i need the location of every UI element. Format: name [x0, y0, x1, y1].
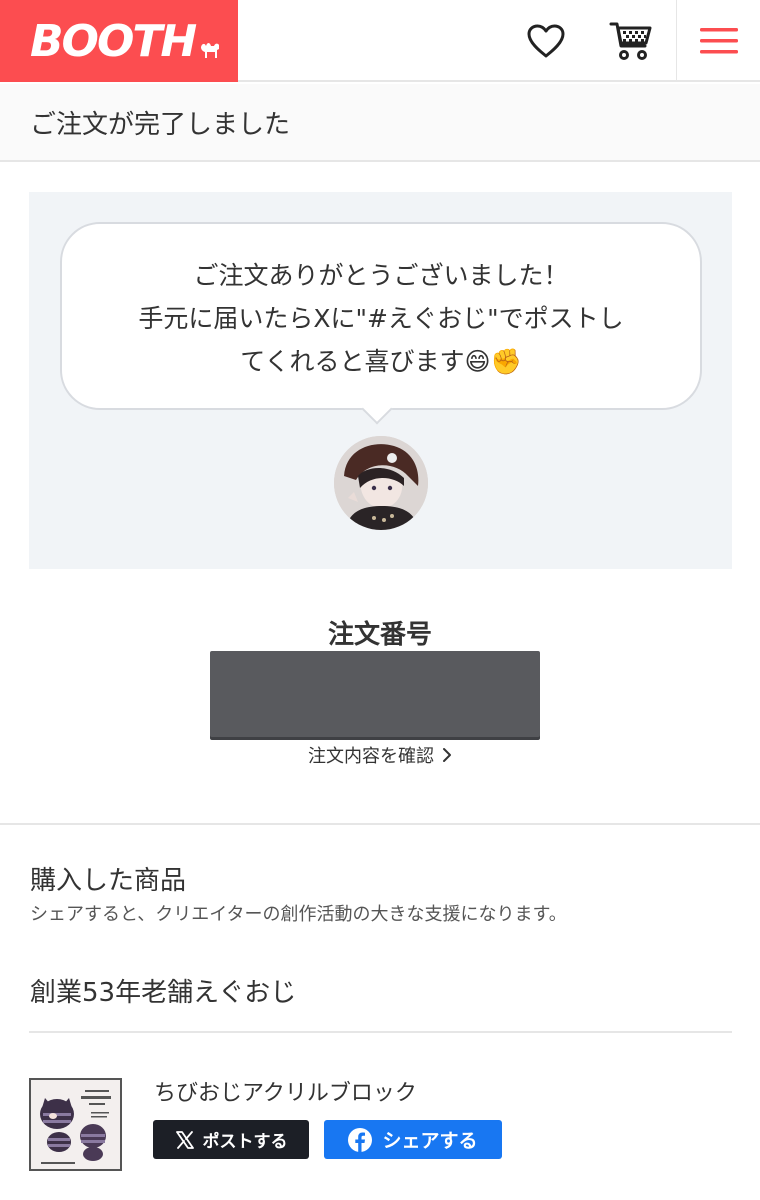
heart-icon [527, 24, 565, 58]
cart-icon [609, 22, 652, 60]
header: BOOTH [0, 0, 760, 82]
post-to-x-button[interactable]: ポストする [153, 1120, 309, 1159]
cart-button[interactable] [598, 0, 664, 82]
view-order-details-label: 注文内容を確認 [308, 746, 434, 767]
logo-text: BOOTH [30, 15, 197, 67]
page-title: ご注文が完了しました [30, 109, 291, 140]
share-facebook-button[interactable]: シェアする [324, 1120, 502, 1159]
purchased-section-title: 購入した商品 [30, 866, 187, 896]
share-facebook-label: シェアする [382, 1130, 478, 1152]
message-line-1: ご注文ありがとうございました！ [193, 261, 569, 290]
menu-button[interactable] [676, 0, 760, 82]
section-divider [0, 823, 760, 825]
hamburger-menu-icon [699, 28, 738, 54]
creator-message: ご注文ありがとうございました！ 手元に届いたらXに"#えぐおじ"でポストし てく… [62, 254, 700, 383]
creator-avatar [334, 436, 428, 530]
product-name[interactable]: ちびおじアクリルブロック [154, 1075, 417, 1107]
message-line-3: てくれると喜びます😄✊ [240, 347, 522, 376]
view-order-details-link[interactable]: 注文内容を確認 [0, 742, 760, 768]
chevron-right-icon [443, 748, 451, 762]
booth-logo[interactable]: BOOTH [0, 0, 238, 82]
post-to-x-label: ポストする [202, 1132, 288, 1152]
favorites-button[interactable] [510, 0, 582, 82]
facebook-icon [348, 1127, 373, 1152]
speech-bubble: ご注文ありがとうございました！ 手元に届いたらXに"#えぐおじ"でポストし てく… [60, 222, 702, 410]
order-number-redacted [210, 651, 540, 737]
shop-divider [29, 1031, 732, 1033]
x-logo-icon [175, 1130, 194, 1149]
page-title-bar: ご注文が完了しました [0, 84, 760, 162]
shop-name[interactable]: 創業53年老舗えぐおじ [30, 972, 296, 1009]
product-thumbnail[interactable] [29, 1078, 122, 1171]
order-number-label: 注文番号 [327, 620, 432, 650]
creator-message-panel: ご注文ありがとうございました！ 手元に届いたらXに"#えぐおじ"でポストし てく… [29, 192, 732, 569]
message-line-2: 手元に届いたらXに"#えぐおじ"でポストし [138, 304, 624, 333]
camel-icon [201, 43, 220, 58]
purchased-section-subtitle: シェアすると、クリエイターの創作活動の大きな支援になります。 [30, 904, 567, 925]
